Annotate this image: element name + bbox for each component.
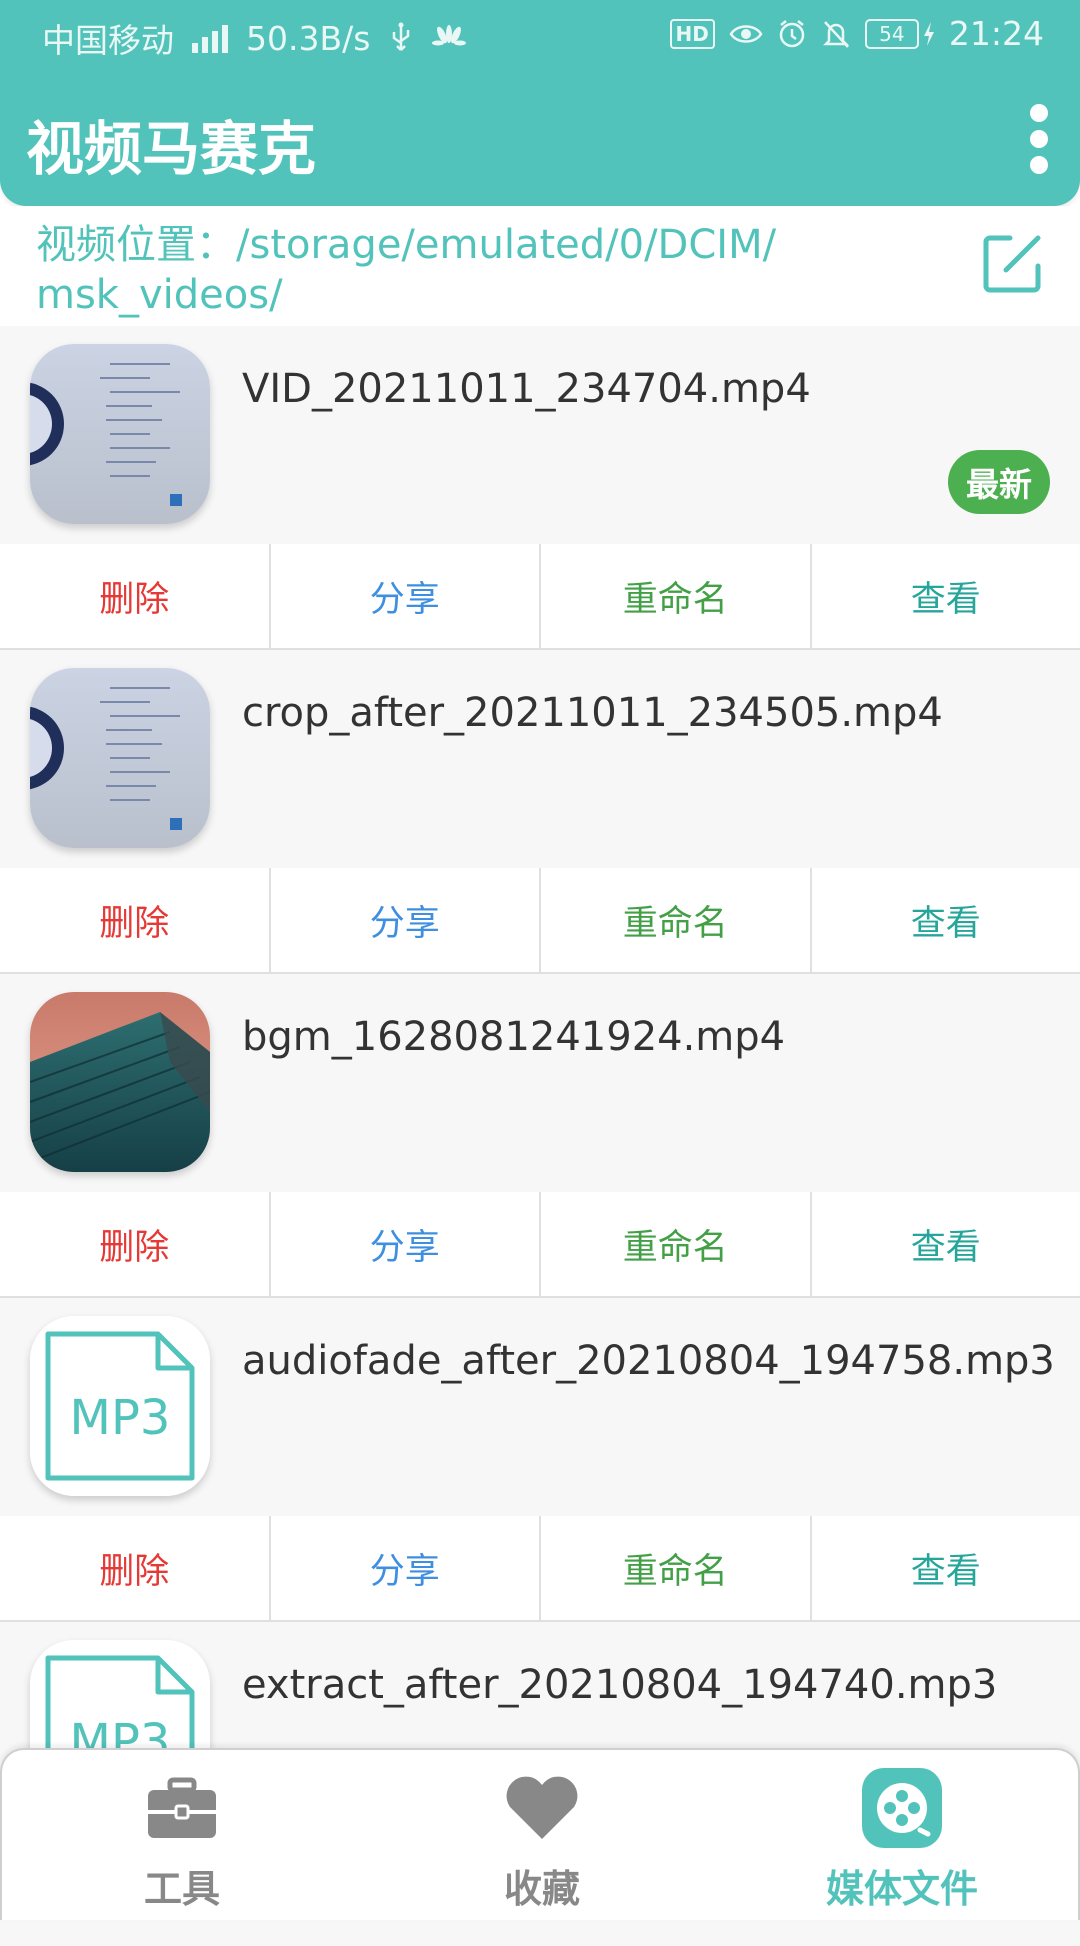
tab-tools-label: 工具 xyxy=(144,1858,220,1913)
status-bar: 中国移动 50.3B/s HD 54 21:24 xyxy=(0,0,1080,72)
file-actions: 删除 分享 重命名 查看 xyxy=(0,1192,1080,1299)
video-location-text: 视频位置：/storage/emulated/0/DCIM/msk_videos… xyxy=(36,220,796,320)
list-item[interactable]: bgm_1628081241924.mp4 删除 分享 重命名 查看 xyxy=(0,974,1080,1298)
film-reel-icon xyxy=(861,1770,943,1846)
view-button[interactable]: 查看 xyxy=(812,1516,1080,1620)
mute-icon xyxy=(821,19,851,49)
huawei-logo-icon xyxy=(432,25,466,51)
carrier-label: 中国移动 xyxy=(42,14,174,62)
rename-button[interactable]: 重命名 xyxy=(541,1192,812,1296)
file-actions: 删除 分享 重命名 查看 xyxy=(0,1516,1080,1623)
hd-icon: HD xyxy=(670,19,715,49)
file-name: extract_after_20210804_194740.mp3 xyxy=(242,1662,997,1708)
file-name: crop_after_20211011_234505.mp4 xyxy=(242,690,943,736)
toolbox-icon xyxy=(141,1770,223,1846)
file-name: audiofade_after_20210804_194758.mp3 xyxy=(242,1338,1055,1384)
mp3-label: MP3 xyxy=(70,1390,171,1446)
file-name: bgm_1628081241924.mp4 xyxy=(242,1014,785,1060)
eye-comfort-icon xyxy=(729,21,763,47)
delete-button[interactable]: 删除 xyxy=(0,1516,271,1620)
video-thumb-document xyxy=(30,668,210,848)
network-speed: 50.3B/s xyxy=(246,19,370,58)
bottom-tab-bar: 工具 收藏 媒体文件 xyxy=(0,1748,1080,1920)
rename-button[interactable]: 重命名 xyxy=(541,544,812,648)
media-file-list: VID_20211011_234704.mp4 最新 删除 分享 重命名 查看 … xyxy=(0,326,1080,1946)
share-button[interactable]: 分享 xyxy=(271,868,542,972)
video-thumb-document xyxy=(30,344,210,524)
file-actions: 删除 分享 重命名 查看 xyxy=(0,544,1080,651)
share-button[interactable]: 分享 xyxy=(271,1516,542,1620)
battery-level: 54 xyxy=(865,19,919,49)
heart-icon xyxy=(501,1770,583,1846)
clock: 21:24 xyxy=(949,14,1044,53)
signal-icon xyxy=(192,23,228,53)
mp3-file-icon: MP3 xyxy=(30,1316,210,1496)
delete-button[interactable]: 删除 xyxy=(0,868,271,972)
delete-button[interactable]: 删除 xyxy=(0,544,271,648)
alarm-icon xyxy=(777,19,807,49)
share-button[interactable]: 分享 xyxy=(271,544,542,648)
file-actions: 删除 分享 重命名 查看 xyxy=(0,868,1080,975)
usb-icon xyxy=(388,22,414,54)
video-thumb-rooftop xyxy=(30,992,210,1172)
video-location-bar: 视频位置：/storage/emulated/0/DCIM/msk_videos… xyxy=(0,206,1080,326)
view-button[interactable]: 查看 xyxy=(812,1192,1080,1296)
app-title: 视频马赛克 xyxy=(26,102,316,186)
app-bar: 视频马赛克 xyxy=(0,72,1080,206)
tab-media-files[interactable]: 媒体文件 xyxy=(792,1770,1012,1913)
delete-button[interactable]: 删除 xyxy=(0,1192,271,1296)
tab-tools[interactable]: 工具 xyxy=(72,1770,292,1913)
view-button[interactable]: 查看 xyxy=(812,868,1080,972)
rename-button[interactable]: 重命名 xyxy=(541,868,812,972)
newest-badge: 最新 xyxy=(948,450,1050,514)
share-button[interactable]: 分享 xyxy=(271,1192,542,1296)
rename-button[interactable]: 重命名 xyxy=(541,1516,812,1620)
list-item[interactable]: VID_20211011_234704.mp4 最新 删除 分享 重命名 查看 xyxy=(0,326,1080,650)
list-item[interactable]: crop_after_20211011_234505.mp4 删除 分享 重命名… xyxy=(0,650,1080,974)
tab-favorites[interactable]: 收藏 xyxy=(432,1770,652,1913)
file-name: VID_20211011_234704.mp4 xyxy=(242,366,811,412)
tab-favorites-label: 收藏 xyxy=(504,1858,580,1913)
list-item[interactable]: MP3 audiofade_after_20210804_194758.mp3 … xyxy=(0,1298,1080,1622)
battery-icon: 54 xyxy=(865,19,935,49)
tab-media-files-label: 媒体文件 xyxy=(826,1858,978,1913)
more-vert-icon[interactable] xyxy=(1024,104,1054,174)
video-location-label: 视频位置： xyxy=(36,222,236,268)
edit-path-icon[interactable] xyxy=(980,232,1044,296)
view-button[interactable]: 查看 xyxy=(812,544,1080,648)
